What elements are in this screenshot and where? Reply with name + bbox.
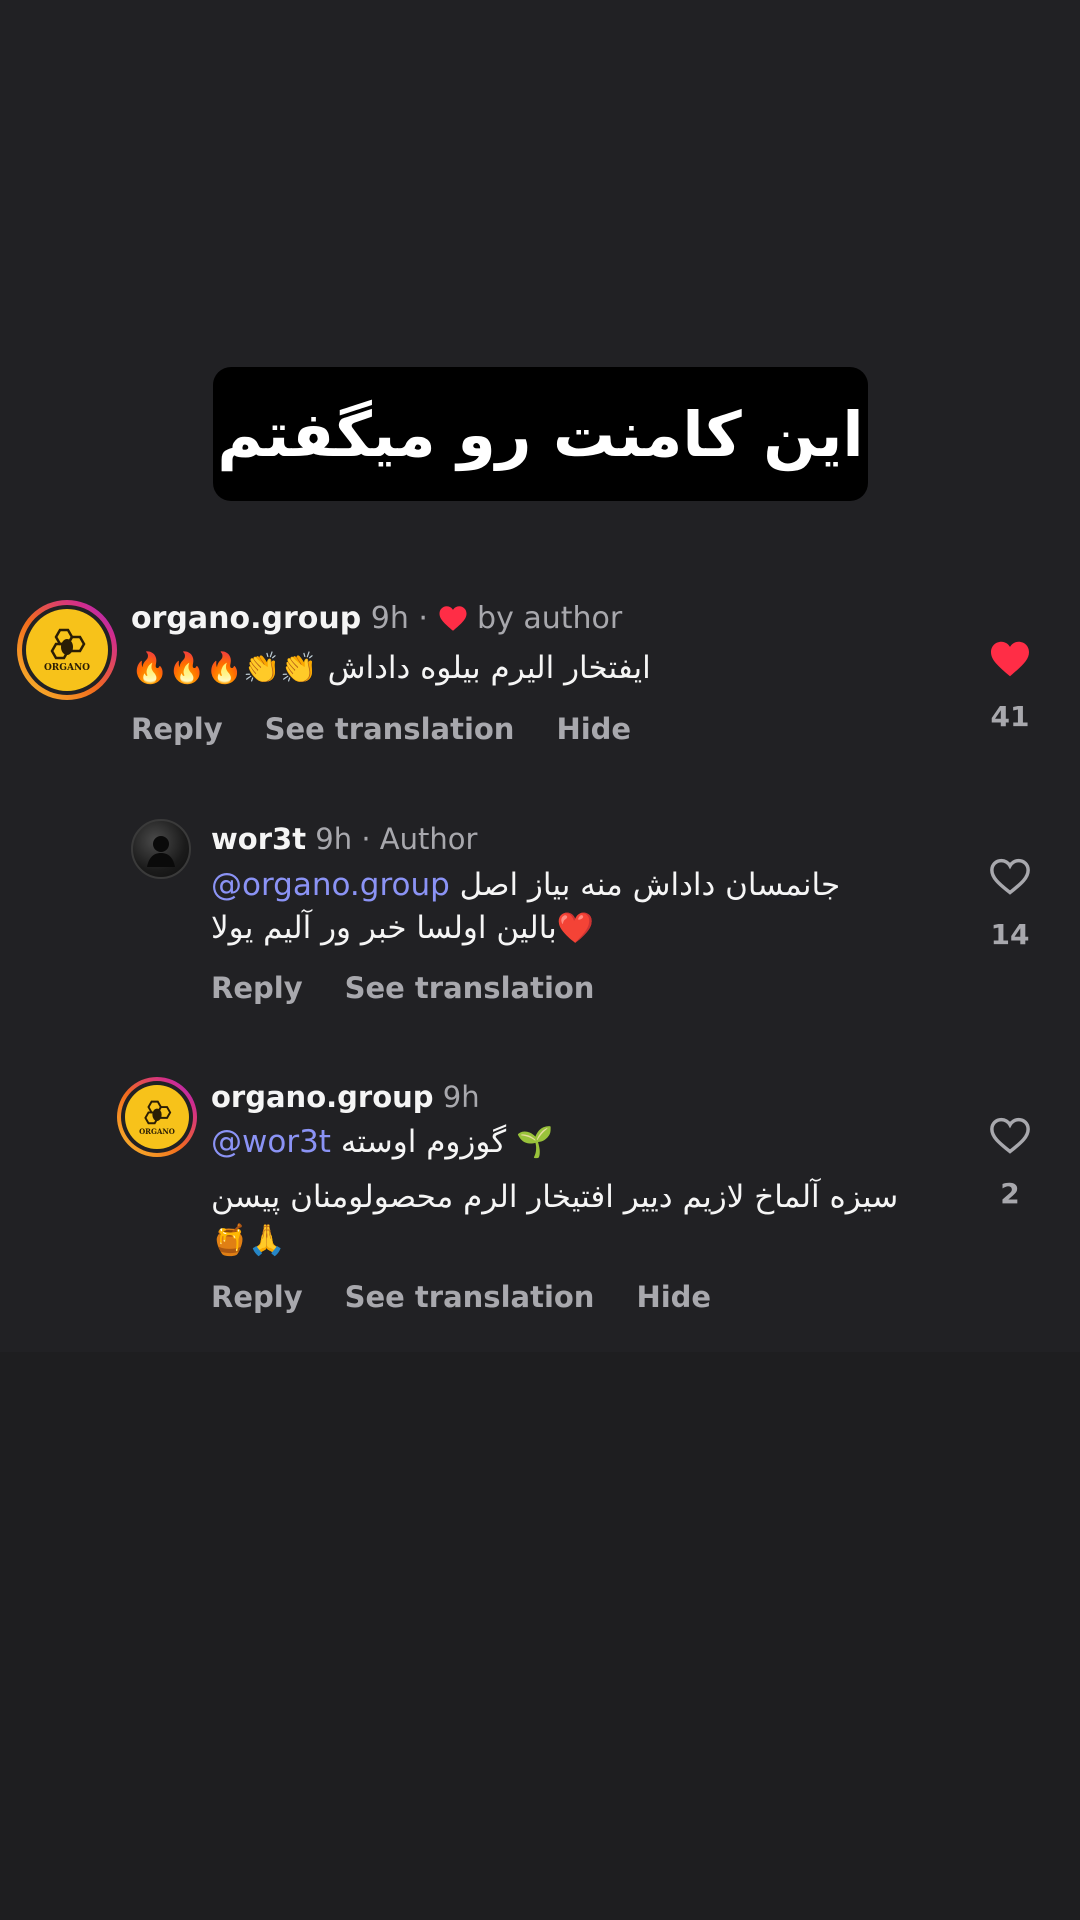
see-translation-button[interactable]: See translation [265,712,515,746]
comment-username[interactable]: wor3t [211,822,306,856]
comment-username[interactable]: organo.group [211,1080,434,1114]
comment-actions: Reply See translation Hide [131,712,673,746]
comment-body-rtl: گوزوم اوسته [340,1124,507,1160]
see-translation-button[interactable]: See translation [345,971,595,1005]
heart-outline-icon[interactable] [989,1117,1031,1155]
seedling-emoji: 🌱 [515,1125,554,1160]
comment-header: organo.group 9h [211,1080,480,1114]
person-silhouette-icon [147,836,175,867]
meta-separator: · [361,822,371,856]
hide-button[interactable]: Hide [636,1280,711,1314]
comment-body-rtl: ایفتخار الیرم بیلوه داداش [327,650,651,686]
comment-text-line1: @wor3t گوزوم اوسته 🌱 [211,1124,553,1160]
comment-text-line1: @organo.group جانمسان داداش منه بیاز اصل [211,867,840,903]
comment-body-rtl: سیزه آلماخ لازیم دییر افتیخار الرم محصول… [211,1179,899,1215]
liked-by-author-label: by author [477,601,623,636]
like-count: 14 [990,918,1030,951]
mention-link[interactable]: @wor3t [211,1124,331,1160]
comment-username[interactable]: organo.group [131,601,361,636]
meta-separator: · [418,601,428,636]
avatar-logo-text: ORGANO [139,1126,175,1136]
caption-sticker: این کامنت رو میگفتم [213,367,868,501]
comment-text-line2: بالین اولسا خبر ور آلیم یولا❤️ [211,910,594,946]
reply-button[interactable]: Reply [211,1280,303,1314]
avatar-organo-group[interactable]: ORGANO [117,1077,197,1157]
like-column: 2 [970,1117,1050,1210]
comment-text-line2: سیزه آلماخ لازیم دییر افتیخار الرم محصول… [211,1179,898,1215]
like-count: 2 [1000,1177,1020,1210]
mention-link[interactable]: @organo.group [211,867,450,903]
comment-actions: Reply See translation [211,971,636,1005]
comment-text: 🔥🔥🔥👏👏 ایفتخار الیرم بیلوه داداش [131,650,651,686]
comment-time: 9h [315,822,353,856]
comment-time: 9h [442,1080,480,1114]
avatar-logo-text: ORGANO [43,663,91,673]
comment-body-rtl: جانمسان داداش منه بیاز اصل [459,867,841,903]
bee-hive-logo-icon [50,628,86,660]
see-translation-button[interactable]: See translation [345,1280,595,1314]
hide-button[interactable]: Hide [556,712,631,746]
reply-button[interactable]: Reply [211,971,303,1005]
red-heart-emoji: ❤️ [556,911,595,946]
comment-actions: Reply See translation Hide [211,1280,753,1314]
honey-pray-emoji: 🍯🙏 [211,1223,286,1258]
comment-text-line3: 🍯🙏 [211,1222,286,1258]
avatar-organo-group[interactable]: ORGANO [17,600,117,700]
comment-time: 9h [370,601,409,636]
comment-header: wor3t 9h · Author [211,822,477,856]
avatar-wor3t[interactable] [131,819,191,879]
bee-hive-logo-icon [144,1100,172,1124]
heart-filled-icon [439,606,466,631]
heart-filled-icon[interactable] [989,640,1031,678]
like-column: 41 [970,640,1050,733]
reply-button[interactable]: Reply [131,712,223,746]
like-column: 14 [970,858,1050,951]
heart-outline-icon[interactable] [989,858,1031,896]
comment-emoji-suffix: 🔥🔥🔥👏👏 [131,651,318,686]
author-badge-label: Author [379,822,478,856]
like-count: 41 [990,700,1030,733]
comment-body-rtl: بالین اولسا خبر ور آلیم یولا [211,910,557,946]
comment-header: organo.group 9h · by author [131,601,622,636]
caption-text: این کامنت رو میگفتم [217,397,864,471]
